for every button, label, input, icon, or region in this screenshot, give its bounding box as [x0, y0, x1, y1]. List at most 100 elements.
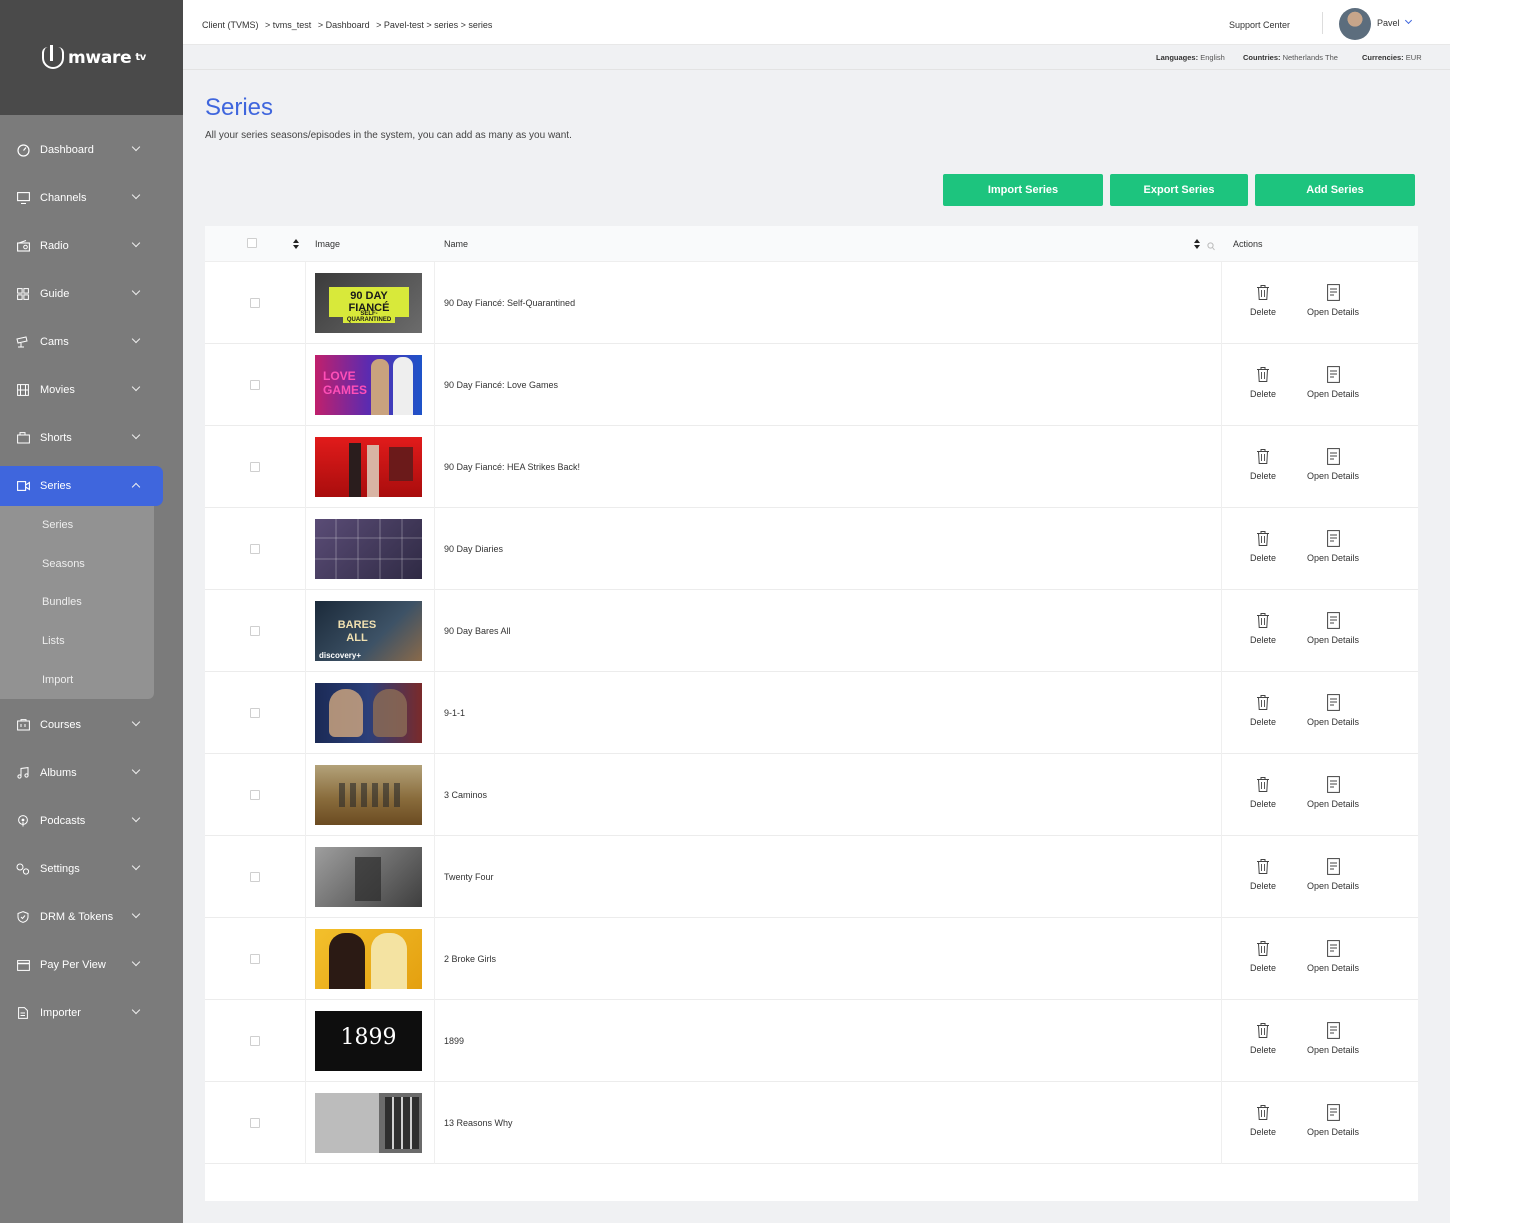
breadcrumb-item[interactable]: > tvms_test	[265, 20, 311, 30]
table-row[interactable]: 90 Day Fiancé: HEA Strikes Back! Delete Op…	[205, 426, 1418, 508]
series-name[interactable]: 3 Caminos	[444, 790, 487, 800]
sort-icon[interactable]	[293, 239, 299, 249]
submenu-item-bundles[interactable]: Bundles	[42, 596, 82, 608]
series-thumbnail[interactable]: BARES ALL discovery+	[315, 601, 422, 661]
table-row[interactable]: 90 DAY FIANCÉ SELF-QUARANTINED 90 Day Fian…	[205, 262, 1418, 344]
delete-button[interactable]: Delete	[1233, 284, 1293, 317]
table-row[interactable]: Twenty Four Delete Open Details	[205, 836, 1418, 918]
series-thumbnail[interactable]	[315, 683, 422, 743]
open-details-button[interactable]: Open Details	[1303, 530, 1363, 563]
breadcrumb-item[interactable]: > Pavel-test > series > series	[376, 20, 492, 30]
row-checkbox[interactable]	[250, 298, 260, 308]
open-details-button[interactable]: Open Details	[1303, 776, 1363, 809]
sort-icon[interactable]	[1194, 239, 1200, 249]
delete-button[interactable]: Delete	[1233, 694, 1293, 727]
row-checkbox[interactable]	[250, 954, 260, 964]
open-details-button[interactable]: Open Details	[1303, 1022, 1363, 1055]
table-row[interactable]: 2 Broke Girls Delete Open Details	[205, 918, 1418, 1000]
series-thumbnail[interactable]	[315, 847, 422, 907]
series-thumbnail[interactable]	[315, 1093, 422, 1153]
delete-button[interactable]: Delete	[1233, 776, 1293, 809]
row-checkbox[interactable]	[250, 462, 260, 472]
search-icon[interactable]	[1207, 238, 1215, 256]
sidebar-item-series[interactable]: Series	[0, 466, 163, 506]
series-name[interactable]: 1899	[444, 1036, 464, 1046]
sidebar-item-radio[interactable]: Radio	[0, 226, 163, 266]
delete-button[interactable]: Delete	[1233, 1022, 1293, 1055]
row-checkbox[interactable]	[250, 380, 260, 390]
chevron-down-icon[interactable]	[1404, 16, 1413, 25]
sidebar-item-albums[interactable]: Albums	[0, 753, 163, 793]
series-thumbnail[interactable]: 1899	[315, 1011, 422, 1071]
open-details-button[interactable]: Open Details	[1303, 612, 1363, 645]
series-name[interactable]: 90 Day Fiancé: Love Games	[444, 380, 558, 390]
delete-button[interactable]: Delete	[1233, 366, 1293, 399]
sidebar-item-cams[interactable]: Cams	[0, 322, 163, 362]
open-details-button[interactable]: Open Details	[1303, 366, 1363, 399]
row-checkbox[interactable]	[250, 544, 260, 554]
submenu-item-import[interactable]: Import	[42, 674, 73, 686]
open-details-button[interactable]: Open Details	[1303, 284, 1363, 317]
sidebar-item-dashboard[interactable]: Dashboard	[0, 130, 163, 170]
submenu-item-seasons[interactable]: Seasons	[42, 558, 85, 570]
open-details-button[interactable]: Open Details	[1303, 694, 1363, 727]
sidebar-item-pay-per-view[interactable]: Pay Per View	[0, 945, 163, 985]
sidebar-item-courses[interactable]: Courses	[0, 705, 163, 745]
support-center-link[interactable]: Support Center	[1229, 20, 1290, 30]
series-name[interactable]: 90 Day Bares All	[444, 626, 511, 636]
series-name[interactable]: 2 Broke Girls	[444, 954, 496, 964]
series-thumbnail[interactable]	[315, 437, 422, 497]
delete-button[interactable]: Delete	[1233, 940, 1293, 973]
table-row[interactable]: 9-1-1 Delete Open Details	[205, 672, 1418, 754]
row-checkbox[interactable]	[250, 708, 260, 718]
row-checkbox[interactable]	[250, 872, 260, 882]
series-thumbnail[interactable]	[315, 519, 422, 579]
sidebar-item-importer[interactable]: Importer	[0, 993, 163, 1033]
series-thumbnail[interactable]: LOVE GAMES	[315, 355, 422, 415]
series-name[interactable]: 90 Day Fiancé: HEA Strikes Back!	[444, 462, 580, 472]
table-row[interactable]: 1899 1899 Delete Open Details	[205, 1000, 1418, 1082]
delete-button[interactable]: Delete	[1233, 612, 1293, 645]
sidebar-item-settings[interactable]: Settings	[0, 849, 163, 889]
series-name[interactable]: 90 Day Diaries	[444, 544, 503, 554]
series-name[interactable]: 90 Day Fiancé: Self-Quarantined	[444, 298, 575, 308]
series-thumbnail[interactable]	[315, 765, 422, 825]
export-series-button[interactable]: Export Series	[1110, 174, 1248, 206]
select-all-checkbox[interactable]	[247, 238, 257, 248]
table-row[interactable]: 90 Day Diaries Delete Open Details	[205, 508, 1418, 590]
import-series-button[interactable]: Import Series	[943, 174, 1103, 206]
column-header-name[interactable]: Name	[444, 239, 468, 249]
series-name[interactable]: Twenty Four	[444, 872, 494, 882]
breadcrumb-item[interactable]: > Dashboard	[318, 20, 370, 30]
row-checkbox[interactable]	[250, 790, 260, 800]
sidebar-item-podcasts[interactable]: Podcasts	[0, 801, 163, 841]
sidebar-item-drm-tokens[interactable]: DRM & Tokens	[0, 897, 163, 937]
series-name[interactable]: 13 Reasons Why	[444, 1118, 513, 1128]
row-checkbox[interactable]	[250, 626, 260, 636]
sidebar-item-shorts[interactable]: Shorts	[0, 418, 163, 458]
delete-button[interactable]: Delete	[1233, 530, 1293, 563]
delete-button[interactable]: Delete	[1233, 858, 1293, 891]
submenu-item-series[interactable]: Series	[42, 519, 73, 531]
table-row[interactable]: BARES ALL discovery+ 90 Day Bares All Delet…	[205, 590, 1418, 672]
submenu-item-lists[interactable]: Lists	[42, 635, 65, 647]
user-name[interactable]: Pavel	[1377, 18, 1400, 28]
mwaretv-logo[interactable]: mware tv	[42, 44, 146, 69]
open-details-button[interactable]: Open Details	[1303, 940, 1363, 973]
series-thumbnail[interactable]	[315, 929, 422, 989]
open-details-button[interactable]: Open Details	[1303, 858, 1363, 891]
sidebar-item-guide[interactable]: Guide	[0, 274, 163, 314]
series-thumbnail[interactable]: 90 DAY FIANCÉ SELF-QUARANTINED	[315, 273, 422, 333]
add-series-button[interactable]: Add Series	[1255, 174, 1415, 206]
breadcrumb-item[interactable]: Client (TVMS)	[202, 20, 259, 30]
sidebar-item-movies[interactable]: Movies	[0, 370, 163, 410]
delete-button[interactable]: Delete	[1233, 1104, 1293, 1137]
row-checkbox[interactable]	[250, 1036, 260, 1046]
table-row[interactable]: 13 Reasons Why Delete Open Details	[205, 1082, 1418, 1164]
avatar[interactable]	[1339, 8, 1371, 40]
delete-button[interactable]: Delete	[1233, 448, 1293, 481]
table-row[interactable]: LOVE GAMES 90 Day Fiancé: Love Games Delet…	[205, 344, 1418, 426]
sidebar-item-channels[interactable]: Channels	[0, 178, 163, 218]
table-row[interactable]: 3 Caminos Delete Open Details	[205, 754, 1418, 836]
row-checkbox[interactable]	[250, 1118, 260, 1128]
